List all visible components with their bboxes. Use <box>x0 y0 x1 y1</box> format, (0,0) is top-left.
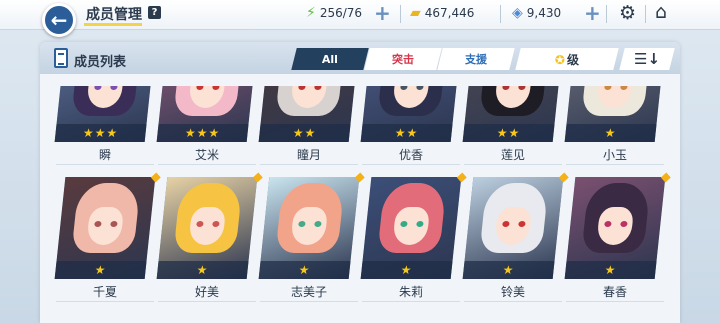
divider <box>400 5 401 23</box>
stamina-plus-icon[interactable]: + <box>374 1 391 25</box>
star-rating: ★ <box>156 261 249 279</box>
home-icon[interactable]: ⌂ <box>655 1 667 23</box>
name-divider <box>260 164 358 165</box>
star-rating: ★★★ <box>54 124 147 142</box>
member-name: 志美子 <box>290 285 327 299</box>
gems-value: 9,430 <box>526 6 562 20</box>
member-card[interactable]: ★★★ <box>54 86 156 142</box>
star-rating: ★ <box>462 261 555 279</box>
member-card[interactable]: ★★ <box>258 86 360 142</box>
member-card[interactable]: ★★ <box>360 86 462 142</box>
gems-display: ◈ 9,430 <box>512 4 561 22</box>
member-name: 千夏 <box>92 285 117 299</box>
filter-tabs: All 突击 支援 <box>291 48 515 70</box>
member-name: 朱莉 <box>398 285 423 299</box>
gem-icon: ◈ <box>512 5 523 21</box>
name-divider <box>464 164 562 165</box>
tab-assault-label: 突击 <box>392 53 414 66</box>
member-card[interactable]: ★ <box>564 172 671 279</box>
name-divider <box>158 164 256 165</box>
sort-button[interactable]: ✪ 级 <box>515 48 619 70</box>
help-button[interactable]: ? <box>148 6 161 19</box>
member-card[interactable]: ★ <box>156 172 263 279</box>
divider <box>606 5 607 23</box>
back-button[interactable]: ← <box>42 3 76 37</box>
name-divider <box>158 301 256 302</box>
member-card[interactable]: ★ <box>54 172 161 279</box>
star-rating: ★ <box>360 261 453 279</box>
member-list-panel: 成员列表 All 突击 支援 ✪ 级 ☰↓ ★★★ 瞬 ★★★ 艾米 ★★ 瞳月… <box>40 42 680 323</box>
divider <box>500 5 501 23</box>
star-rating: ★★ <box>258 124 351 142</box>
member-name: 优香 <box>398 148 423 162</box>
credit-icon: ▰ <box>410 5 421 21</box>
stamina-value: 256/76 <box>319 6 363 20</box>
star-rating: ★★★ <box>156 124 249 142</box>
stamina-display: ⚡ 256/76 <box>306 4 362 22</box>
member-card[interactable]: ★ <box>462 172 569 279</box>
name-divider <box>56 164 154 165</box>
sort-label: 级 <box>567 52 580 67</box>
sort-content: ✪ 级 <box>555 51 579 68</box>
member-card[interactable]: ★ <box>360 172 467 279</box>
page-title: 成员管理 <box>86 7 142 23</box>
member-name: 瞬 <box>98 148 111 162</box>
member-card[interactable]: ★ <box>258 172 365 279</box>
member-grid: ★★★ 瞬 ★★★ 艾米 ★★ 瞳月 ★★ 优香 ★★ 莲见 ★ 小玉 ★ 千夏… <box>52 86 672 323</box>
order-icon: ☰↓ <box>633 50 660 68</box>
member-name: 艾米 <box>194 148 219 162</box>
tab-support-label: 支援 <box>465 53 487 66</box>
gear-icon[interactable]: ⚙ <box>619 2 636 24</box>
order-toggle-button[interactable]: ☰↓ <box>619 48 675 70</box>
tab-assault[interactable]: 突击 <box>364 48 442 70</box>
divider <box>645 5 646 23</box>
lightning-icon: ⚡ <box>306 5 316 21</box>
name-divider <box>566 301 664 302</box>
name-divider <box>260 301 358 302</box>
star-rating: ★★ <box>360 124 453 142</box>
member-card[interactable]: ★★★ <box>156 86 258 142</box>
star-rating: ★ <box>54 261 147 279</box>
back-arrow-icon: ← <box>50 8 68 32</box>
tab-all-label: All <box>321 52 339 66</box>
star-icon: ✪ <box>554 52 566 67</box>
star-rating: ★★ <box>462 124 555 142</box>
star-rating: ★ <box>564 124 657 142</box>
star-rating: ★ <box>258 261 351 279</box>
member-card[interactable]: ★ <box>564 86 666 142</box>
member-name: 春香 <box>602 285 627 299</box>
member-name: 莲见 <box>500 148 525 162</box>
credits-value: 467,446 <box>424 6 475 20</box>
tab-support[interactable]: 支援 <box>437 48 515 70</box>
name-divider <box>566 164 664 165</box>
star-rating: ★ <box>564 261 657 279</box>
name-divider <box>362 164 460 165</box>
list-icon <box>54 48 68 68</box>
name-divider <box>362 301 460 302</box>
panel-title: 成员列表 <box>74 55 127 70</box>
member-card[interactable]: ★★ <box>462 86 564 142</box>
tab-all[interactable]: All <box>291 48 369 70</box>
member-name: 铃美 <box>500 285 525 299</box>
name-divider <box>56 301 154 302</box>
panel-header: 成员列表 All 突击 支援 ✪ 级 ☰↓ <box>40 42 680 74</box>
top-bar: 成员管理 ? ⚡ 256/76 + ▰ 467,446 ◈ 9,430 + ⚙ … <box>0 0 720 30</box>
name-divider <box>464 301 562 302</box>
member-name: 瞳月 <box>296 148 321 162</box>
credits-display: ▰ 467,446 <box>410 4 474 22</box>
gems-plus-icon[interactable]: + <box>584 1 601 25</box>
member-name: 小玉 <box>602 148 627 162</box>
member-name: 好美 <box>194 285 219 299</box>
